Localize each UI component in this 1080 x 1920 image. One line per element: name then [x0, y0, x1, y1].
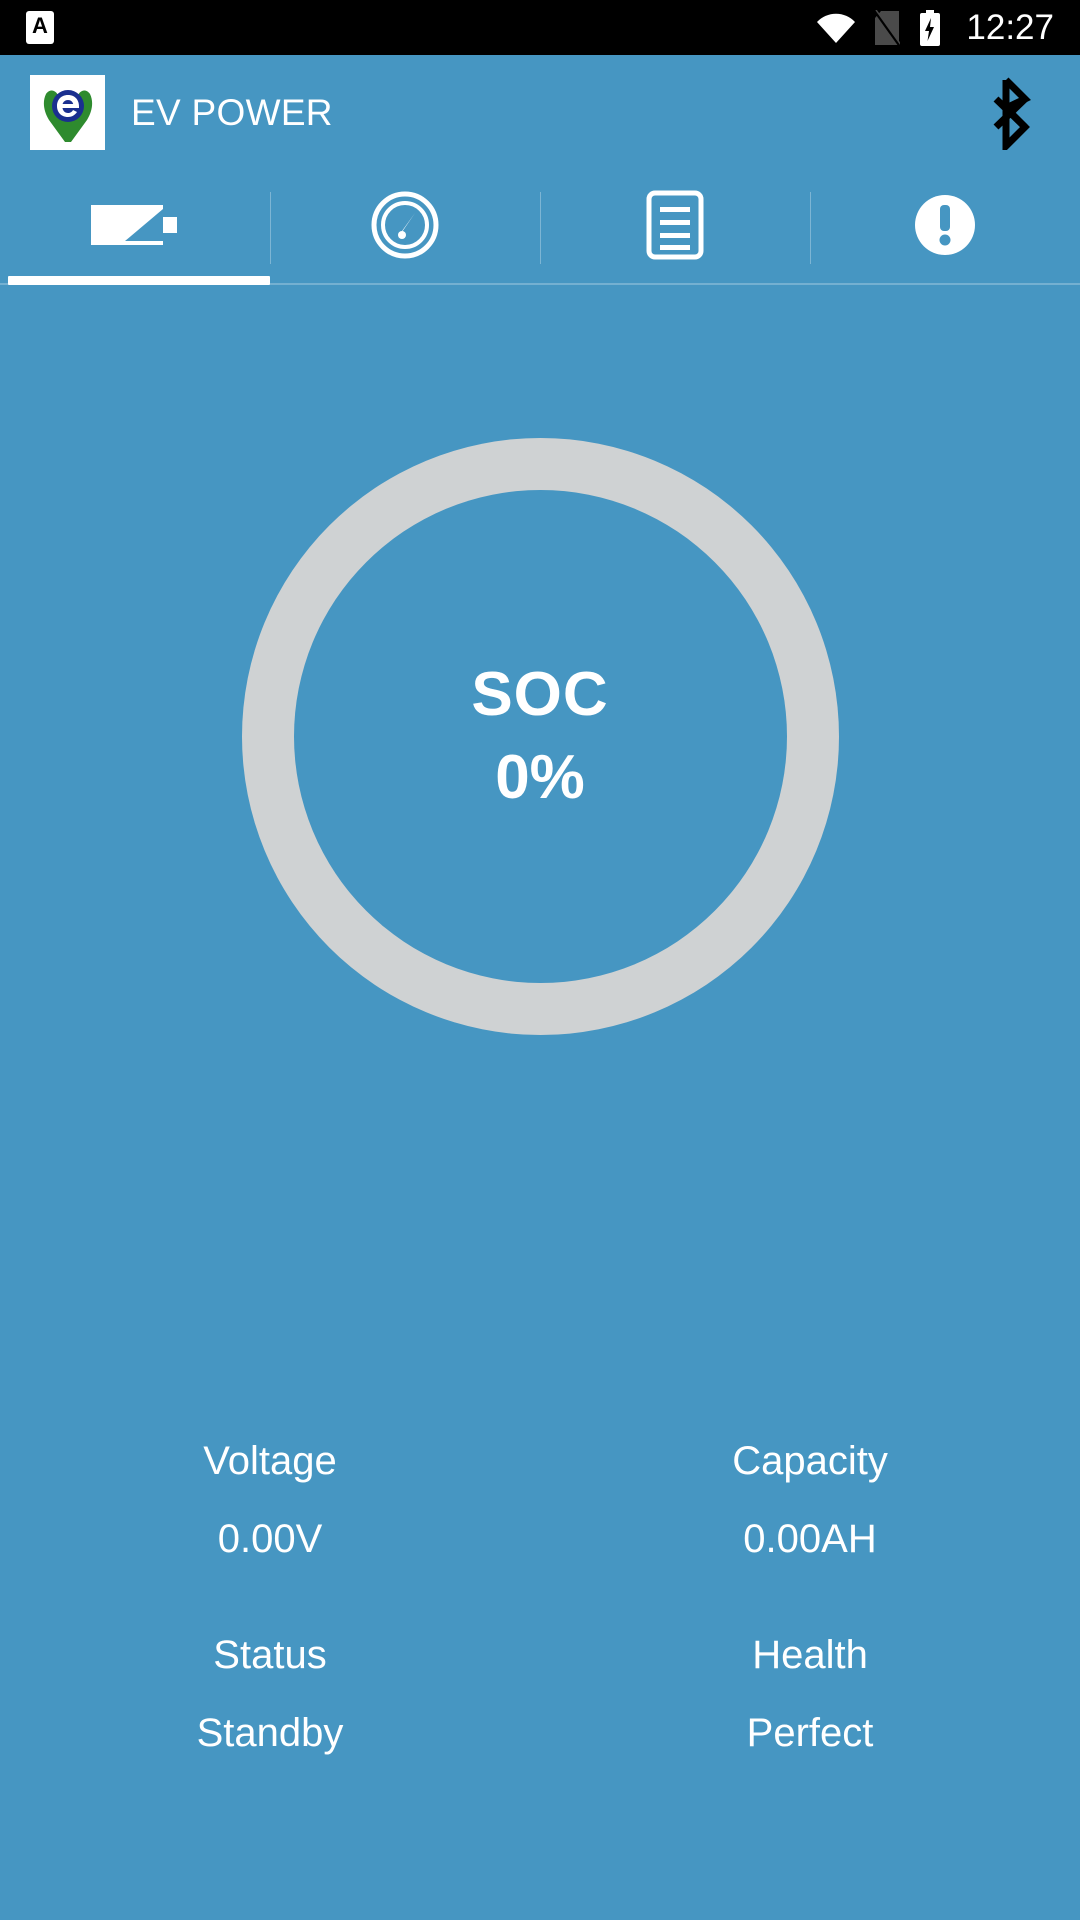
app-bar: EV POWER [0, 55, 1080, 170]
stat-value: 0.00AH [743, 1517, 877, 1561]
status-bar-left: A [26, 11, 54, 44]
stat-capacity: Capacity 0.00AH [540, 1439, 1080, 1561]
gauge-icon [371, 191, 439, 264]
soc-label: SOC [471, 660, 609, 730]
tab-bar [0, 170, 1080, 285]
stat-status: Status Standby [0, 1633, 540, 1755]
stat-voltage: Voltage 0.00V [0, 1439, 540, 1561]
soc-gauge-inner: SOC 0% [293, 490, 787, 983]
stat-label: Status [213, 1633, 327, 1677]
stat-health: Health Perfect [540, 1633, 1080, 1755]
stat-value: Perfect [746, 1711, 874, 1755]
bluetooth-icon[interactable] [980, 73, 1050, 153]
tab-gauge[interactable] [270, 170, 540, 285]
tab-alarms[interactable] [810, 170, 1080, 285]
soc-value: 0% [495, 742, 585, 812]
stats-panel: Voltage 0.00V Capacity 0.00AH Status Sta… [0, 1439, 1080, 1920]
stat-value: 0.00V [217, 1517, 323, 1561]
status-bar-right: 12:27 [816, 8, 1054, 47]
main-content: SOC 0% Voltage 0.00V Capacity 0.00AH Sta… [0, 285, 1080, 1920]
ev-power-logo [30, 75, 105, 150]
battery-charging-icon [918, 9, 942, 46]
stats-row-2: Status Standby Health Perfect [0, 1633, 1080, 1755]
stat-label: Capacity [732, 1439, 888, 1483]
stat-label: Health [752, 1633, 868, 1677]
wifi-icon [816, 13, 856, 43]
stats-row-gap [0, 1561, 1080, 1633]
soc-gauge-wrapper: SOC 0% [0, 438, 1080, 1035]
stats-row-1: Voltage 0.00V Capacity 0.00AH [0, 1439, 1080, 1561]
tab-battery[interactable] [0, 170, 270, 285]
status-bar: A 12:27 [0, 0, 1080, 55]
clock: 12:27 [966, 8, 1054, 47]
app-notification-glyph: A [32, 12, 48, 38]
stat-value: Standby [196, 1711, 344, 1755]
page-title: EV POWER [131, 91, 333, 133]
stat-label: Voltage [203, 1439, 337, 1483]
soc-gauge: SOC 0% [241, 438, 839, 1035]
tab-cells[interactable] [540, 170, 810, 285]
battery-icon [89, 195, 181, 260]
app-notification-icon: A [26, 11, 54, 44]
alert-icon [913, 193, 977, 262]
no-sim-icon [874, 9, 903, 47]
list-icon [646, 190, 704, 265]
